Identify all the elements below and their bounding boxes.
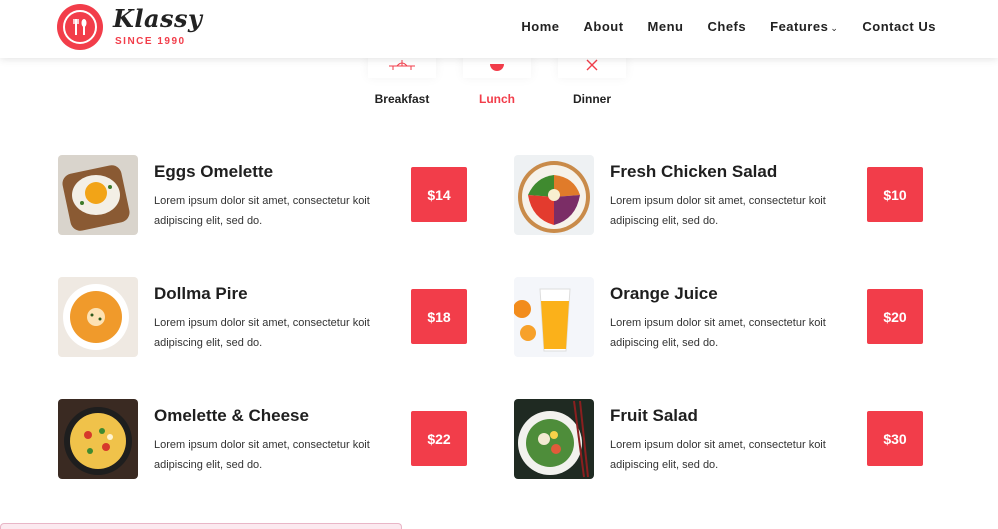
menu-item[interactable]: Fresh Chicken Salad Lorem ipsum dolor si… [514,155,924,235]
menu-item-title: Fresh Chicken Salad [610,162,778,181]
menu-item-title: Orange Juice [610,284,718,303]
menu-item-title: Eggs Omelette [154,162,274,181]
logo-title: Klassy [113,4,203,33]
price-badge[interactable]: $14 [411,167,467,222]
menu-item-description: Lorem ipsum dolor sit amet, consectetur … [154,195,370,227]
main-nav: Home About Menu Chefs Features ⌄ Contact … [497,19,936,34]
chicken-salad-image [514,155,594,235]
chevron-down-icon: ⌄ [830,23,839,33]
price-badge[interactable]: $22 [411,411,467,466]
menu-item-description: Lorem ipsum dolor sit amet, consectetur … [610,317,826,349]
price-badge[interactable]: $30 [867,411,923,466]
logo[interactable]: Klassy SINCE 1990 [57,4,207,52]
menu-item[interactable]: Omelette & Cheese Lorem ipsum dolor sit … [58,399,468,479]
menu-item-title: Omelette & Cheese [154,406,309,425]
tab-dinner-label: Dinner [572,92,611,106]
menu-item[interactable]: Orange Juice Lorem ipsum dolor sit amet,… [514,277,924,357]
nav-contact-us[interactable]: Contact Us [862,19,936,34]
nav-features-label: Features [770,19,829,34]
nav-features[interactable]: Features ⌄ [770,19,838,34]
tab-lunch-label: Lunch [479,92,515,106]
omelette-cheese-image [58,399,138,479]
menu-item[interactable]: Dollma Pire Lorem ipsum dolor sit amet, … [58,277,468,357]
logo-subtitle: SINCE 1990 [115,36,186,47]
nav-menu[interactable]: Menu [648,19,684,34]
menu-item[interactable]: Fruit Salad Lorem ipsum dolor sit amet, … [514,399,924,479]
price-badge[interactable]: $10 [867,167,923,222]
tab-breakfast-label: Breakfast [374,92,430,106]
orange-juice-image [514,277,594,357]
menu-item-title: Fruit Salad [610,406,698,425]
bottom-notice-bar [0,523,402,529]
dollma-pire-image [58,277,138,357]
menu-item-description: Lorem ipsum dolor sit amet, consectetur … [610,439,826,471]
site-header: Klassy SINCE 1990 Home About Menu Chefs … [0,0,998,58]
menu-item-description: Lorem ipsum dolor sit amet, consectetur … [610,195,826,227]
eggs-omelette-image [58,155,138,235]
price-badge[interactable]: $18 [411,289,467,344]
nav-about[interactable]: About [584,19,624,34]
menu-item-title: Dollma Pire [154,284,248,303]
menu-item[interactable]: Eggs Omelette Lorem ipsum dolor sit amet… [58,155,468,235]
menu-item-description: Lorem ipsum dolor sit amet, consectetur … [154,317,370,349]
nav-home[interactable]: Home [521,19,559,34]
nav-chefs[interactable]: Chefs [708,19,747,34]
fruit-salad-image [514,399,594,479]
menu-item-description: Lorem ipsum dolor sit amet, consectetur … [154,439,370,471]
price-badge[interactable]: $20 [867,289,923,344]
logo-icon [57,4,103,50]
